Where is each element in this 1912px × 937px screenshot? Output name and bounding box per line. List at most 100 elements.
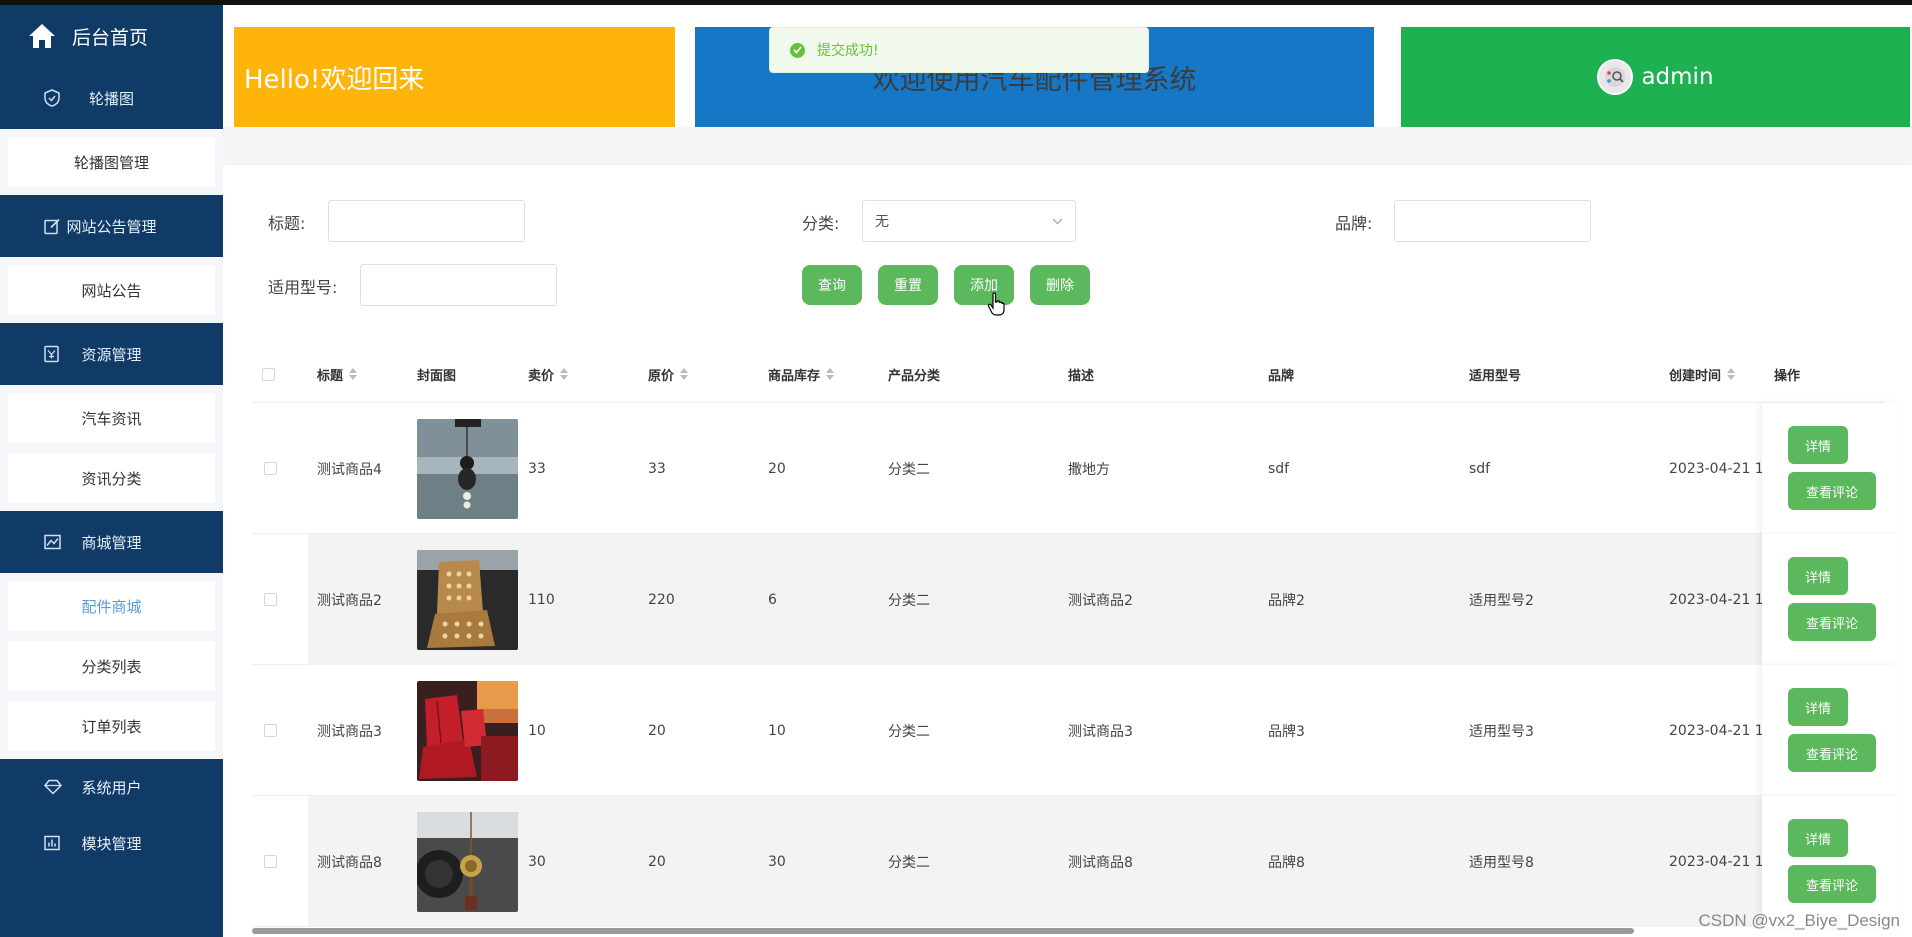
detail-button[interactable]: 详情: [1788, 557, 1848, 595]
check-circle-icon: [790, 42, 805, 58]
cell-category: 分类二: [888, 854, 930, 871]
header-original-price-label: 原价: [648, 368, 675, 384]
header-model-label: 适用型号: [1469, 368, 1522, 384]
select-all-checkbox[interactable]: [262, 367, 275, 381]
delete-button[interactable]: 删除: [1030, 265, 1090, 305]
header-price[interactable]: 卖价: [528, 345, 569, 403]
row-select-cell: [264, 403, 277, 534]
sidebar-group-label: 商城管理: [81, 533, 142, 552]
cell-description: 测试商品8: [1068, 854, 1133, 871]
header-created[interactable]: 创建时间: [1669, 345, 1736, 403]
sidebar-group-shop[interactable]: 商城管理: [0, 511, 223, 573]
sidebar-item-order-list[interactable]: 订单列表: [8, 701, 215, 751]
sidebar-group-notice[interactable]: 网站公告管理: [0, 195, 223, 257]
cell-title: 测试商品3: [317, 723, 382, 740]
sidebar-group-resource[interactable]: 资源管理: [0, 323, 223, 385]
sort-icon[interactable]: [560, 368, 569, 380]
model-input[interactable]: [360, 264, 557, 306]
row-checkbox[interactable]: [264, 462, 277, 475]
cell-original-price: 33: [648, 460, 666, 477]
product-image-car-ornament[interactable]: [417, 418, 518, 519]
chevron-down-icon: [1052, 218, 1063, 224]
product-image-red-seat[interactable]: [417, 680, 518, 781]
sidebar-item-news-category[interactable]: 资讯分类: [8, 453, 215, 503]
cell-model: 适用型号3: [1469, 723, 1534, 740]
title-input[interactable]: [328, 200, 525, 242]
add-button[interactable]: 添加: [954, 265, 1014, 305]
header-stock[interactable]: 商品库存: [768, 345, 835, 403]
sidebar-submenu: 汽车资讯 资讯分类: [0, 385, 223, 511]
horizontal-scrollbar[interactable]: [252, 928, 1634, 934]
sidebar-group-label: 模块管理: [81, 834, 142, 853]
cell-title: 测试商品4: [317, 461, 382, 478]
query-button[interactable]: 查询: [802, 265, 862, 305]
view-reviews-button[interactable]: 查看评论: [1788, 472, 1876, 510]
header-ops-label: 操作: [1774, 368, 1801, 384]
cell-title: 测试商品8: [317, 854, 382, 871]
row-checkbox[interactable]: [264, 593, 277, 606]
sidebar-group-carousel[interactable]: 轮播图: [0, 67, 223, 129]
sidebar-group-modules[interactable]: 模块管理: [0, 815, 223, 871]
sidebar-group-system-users[interactable]: 系统用户: [0, 759, 223, 815]
sidebar-item-category-list[interactable]: 分类列表: [8, 641, 215, 691]
view-reviews-button[interactable]: 查看评论: [1788, 865, 1876, 903]
sidebar-home[interactable]: 后台首页: [0, 5, 223, 67]
sidebar-item-car-news[interactable]: 汽车资讯: [8, 393, 215, 443]
category-select[interactable]: 无: [862, 200, 1076, 242]
cell-ops: 详情 查看评论: [1762, 403, 1902, 534]
detail-button[interactable]: 详情: [1788, 426, 1848, 464]
cell-description: 测试商品2: [1068, 592, 1133, 609]
chart-icon: [44, 534, 61, 550]
watermark: CSDN @vx2_Biye_Design: [1698, 911, 1900, 930]
sort-icon[interactable]: [1727, 368, 1736, 380]
table-header: 标题 封面图 卖价 原价 商品库存 产品分类 描述 品牌 适用型号 创建时间 操…: [252, 345, 1884, 403]
sidebar-item-carousel-manage[interactable]: 轮播图管理: [8, 137, 215, 187]
success-toast: 提交成功!: [769, 27, 1149, 73]
avatar[interactable]: [1597, 59, 1634, 95]
header-title[interactable]: 标题: [317, 345, 358, 403]
header-category-label: 产品分类: [888, 368, 941, 384]
sidebar-item-notice[interactable]: 网站公告: [8, 265, 215, 315]
product-image-pendant[interactable]: [417, 811, 518, 912]
sort-icon[interactable]: [826, 368, 835, 380]
sidebar-group-label: 系统用户: [81, 778, 142, 797]
sort-icon[interactable]: [349, 368, 358, 380]
detail-button[interactable]: 详情: [1788, 688, 1848, 726]
header-description-label: 描述: [1068, 368, 1095, 384]
edit-icon: [44, 218, 60, 235]
title-filter-label: 标题:: [268, 214, 306, 233]
header-price-label: 卖价: [528, 368, 555, 384]
sidebar-item-parts-shop[interactable]: 配件商城: [8, 581, 215, 631]
product-image-seat-cushion[interactable]: [417, 549, 518, 650]
view-reviews-button[interactable]: 查看评论: [1788, 603, 1876, 641]
user-card[interactable]: admin: [1401, 27, 1910, 127]
toast-message: 提交成功!: [817, 43, 879, 59]
table-row: 测试商品4 33 33 20 分类二 撒地方 sdf sdf 2023-04-2…: [252, 403, 1902, 534]
cell-created: 2023-04-21 1: [1669, 722, 1764, 739]
avatar-icon: [1605, 67, 1626, 87]
sort-icon[interactable]: [680, 368, 689, 380]
reset-button[interactable]: 重置: [878, 265, 938, 305]
cell-model: sdf: [1469, 460, 1491, 477]
cell-price: 33: [528, 460, 546, 477]
row-checkbox[interactable]: [264, 855, 277, 868]
brand-input[interactable]: [1394, 200, 1591, 242]
cell-ops: 详情 查看评论: [1762, 665, 1902, 796]
resource-icon: [44, 345, 59, 363]
cell-cover: [417, 534, 518, 665]
cell-ops: 详情 查看评论: [1762, 796, 1902, 927]
sidebar-group-label: 轮播图: [88, 89, 134, 108]
header-category: 产品分类: [888, 345, 940, 403]
cell-original-price: 220: [648, 591, 675, 608]
view-reviews-button[interactable]: 查看评论: [1788, 734, 1876, 772]
detail-button[interactable]: 详情: [1788, 819, 1848, 857]
category-filter-label: 分类:: [802, 214, 840, 233]
row-checkbox[interactable]: [264, 724, 277, 737]
header-stock-label: 商品库存: [768, 368, 821, 384]
cell-price: 10: [528, 722, 546, 739]
bar-chart-icon: [44, 835, 60, 851]
sidebar-group-label: 网站公告管理: [66, 217, 157, 236]
welcome-card: Hello!欢迎回来: [234, 27, 675, 127]
header-original-price[interactable]: 原价: [648, 345, 689, 403]
header-title-label: 标题: [317, 368, 344, 384]
